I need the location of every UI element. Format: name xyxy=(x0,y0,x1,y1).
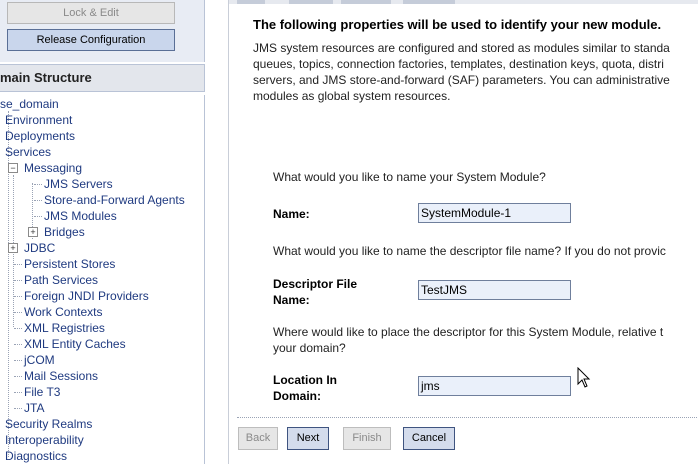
tree-node-jta[interactable]: JTA xyxy=(24,400,44,416)
tree-line xyxy=(14,392,22,393)
tree-node-foreign-jndi-providers[interactable]: Foreign JNDI Providers xyxy=(24,288,149,304)
top-button-stub xyxy=(289,0,333,4)
tree-node-path-services[interactable]: Path Services xyxy=(24,272,98,288)
next-button[interactable]: Next xyxy=(287,427,329,450)
name-label: Name: xyxy=(273,207,310,221)
location-in-domain-field[interactable]: jms xyxy=(418,376,571,396)
finish-button[interactable]: Finish xyxy=(343,427,391,450)
release-configuration-button[interactable]: Release Configuration xyxy=(7,29,175,51)
location-question-line2: your domain? xyxy=(273,341,346,355)
tree-node-deployments[interactable]: Deployments xyxy=(5,128,75,144)
collapse-messaging-icon[interactable]: − xyxy=(8,163,18,173)
tree-node-mail-sessions[interactable]: Mail Sessions xyxy=(24,368,98,384)
tree-line xyxy=(14,344,22,345)
left-pane: Lock & Edit Release Configuration main S… xyxy=(0,0,205,464)
tree-line xyxy=(14,280,22,281)
tree-node-diagnostics[interactable]: Diagnostics xyxy=(5,448,67,464)
tree-node-bridges[interactable]: Bridges xyxy=(44,224,85,240)
descriptor-label-line2: Name: xyxy=(273,293,310,307)
tree-node-xml-entity-caches[interactable]: XML Entity Caches xyxy=(24,336,126,352)
tree-line xyxy=(14,264,22,265)
top-button-stub xyxy=(403,0,455,4)
tree-node-jms-modules[interactable]: JMS Modules xyxy=(44,208,117,224)
top-button-stub xyxy=(237,0,265,4)
tree-node-services[interactable]: Services xyxy=(5,144,51,160)
form-title: The following properties will be used to… xyxy=(253,17,662,32)
expand-jdbc-icon[interactable]: + xyxy=(8,243,18,253)
name-question: What would you like to name your System … xyxy=(273,170,546,184)
tree-line xyxy=(14,296,22,297)
form-intro-text: JMS system resources are configured and … xyxy=(253,41,670,103)
content-pane: The following properties will be used to… xyxy=(228,0,698,464)
tree-line xyxy=(34,216,42,217)
tree-line xyxy=(14,312,22,313)
descriptor-question: What would you like to name the descript… xyxy=(273,244,666,258)
tree-node-interoperability[interactable]: Interoperability xyxy=(5,432,84,448)
location-label-line2: Domain: xyxy=(273,389,321,403)
tree-node-security-realms[interactable]: Security Realms xyxy=(5,416,92,432)
tree-node-xml-registries[interactable]: XML Registries xyxy=(24,320,105,336)
change-center-panel: Lock & Edit Release Configuration xyxy=(0,0,205,62)
name-field[interactable]: SystemModule-1 xyxy=(418,203,571,223)
tree-node-work-contexts[interactable]: Work Contexts xyxy=(24,304,102,320)
back-button[interactable]: Back xyxy=(238,427,278,450)
tree-node-saf-agents[interactable]: Store-and-Forward Agents xyxy=(44,192,185,208)
cancel-button[interactable]: Cancel xyxy=(403,427,455,450)
tree-node-jdbc[interactable]: JDBC xyxy=(24,240,55,256)
tree-line xyxy=(14,376,22,377)
button-separator xyxy=(237,417,698,418)
domain-structure-title: main Structure xyxy=(0,70,92,85)
expand-bridges-icon[interactable]: + xyxy=(28,227,38,237)
tree-node-jcom[interactable]: jCOM xyxy=(24,352,55,368)
top-button-bar xyxy=(229,0,698,4)
tree-node-persistent-stores[interactable]: Persistent Stores xyxy=(24,256,115,272)
location-question-line1: Where would like to place the descriptor… xyxy=(273,325,664,339)
tree-node-environment[interactable]: Environment xyxy=(5,112,72,128)
lock-edit-button[interactable]: Lock & Edit xyxy=(7,2,175,24)
tree-line xyxy=(14,328,22,329)
tree-node-file-t3[interactable]: File T3 xyxy=(24,384,60,400)
tree-node-domain[interactable]: se_domain xyxy=(0,96,59,112)
tree-line xyxy=(34,184,42,185)
tree-node-jms-servers[interactable]: JMS Servers xyxy=(44,176,113,192)
top-button-stub xyxy=(341,0,391,4)
domain-structure-tree: − + + se_domain Environment Deployments … xyxy=(0,95,205,464)
descriptor-label-line1: Descriptor File xyxy=(273,277,358,291)
tree-line xyxy=(34,200,42,201)
location-label-line1: Location In xyxy=(273,373,337,387)
tree-line xyxy=(14,360,22,361)
domain-structure-header: main Structure xyxy=(0,64,205,92)
tree-line xyxy=(14,408,22,409)
descriptor-file-name-field[interactable]: TestJMS xyxy=(418,280,571,300)
tree-node-messaging[interactable]: Messaging xyxy=(24,160,82,176)
mouse-pointer-icon xyxy=(577,367,591,388)
